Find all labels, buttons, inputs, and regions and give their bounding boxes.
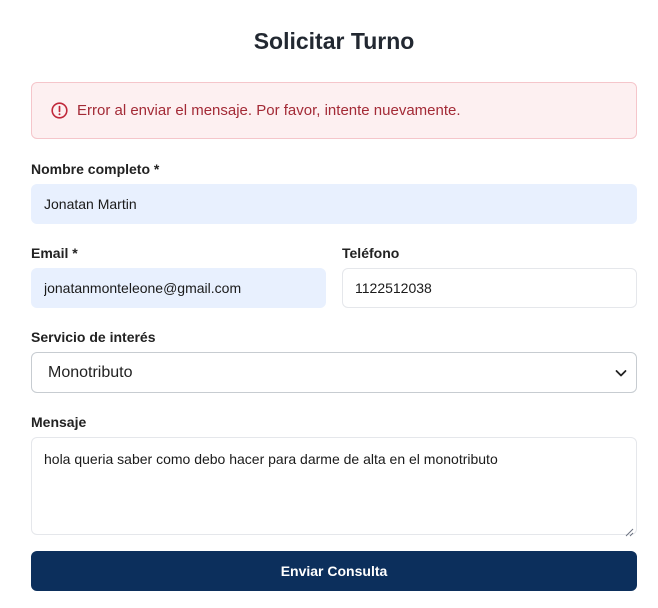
- service-select[interactable]: Monotributo: [31, 352, 637, 393]
- phone-input[interactable]: [342, 268, 637, 308]
- chevron-down-icon: [614, 366, 628, 380]
- email-input[interactable]: [31, 268, 326, 308]
- name-label: Nombre completo *: [31, 161, 160, 177]
- message-label: Mensaje: [31, 414, 87, 430]
- full-name-input[interactable]: [31, 184, 637, 224]
- message-text: hola queria saber como debo hacer para d…: [44, 451, 498, 467]
- appointment-form: Solicitar Turno Error al enviar el mensa…: [0, 0, 658, 608]
- alert-circle-icon: [51, 102, 68, 119]
- error-message: Error al enviar el mensaje. Por favor, i…: [77, 102, 461, 119]
- error-alert: Error al enviar el mensaje. Por favor, i…: [31, 82, 637, 139]
- phone-label: Teléfono: [342, 245, 400, 261]
- page-title: Solicitar Turno: [253, 28, 415, 54]
- message-textarea[interactable]: hola queria saber como debo hacer para d…: [31, 437, 637, 537]
- submit-button[interactable]: Enviar Consulta: [31, 551, 637, 591]
- resize-handle-icon[interactable]: [625, 523, 634, 537]
- service-selected-value: Monotributo: [48, 363, 133, 381]
- service-label: Servicio de interés: [31, 329, 156, 345]
- email-label: Email *: [31, 245, 78, 261]
